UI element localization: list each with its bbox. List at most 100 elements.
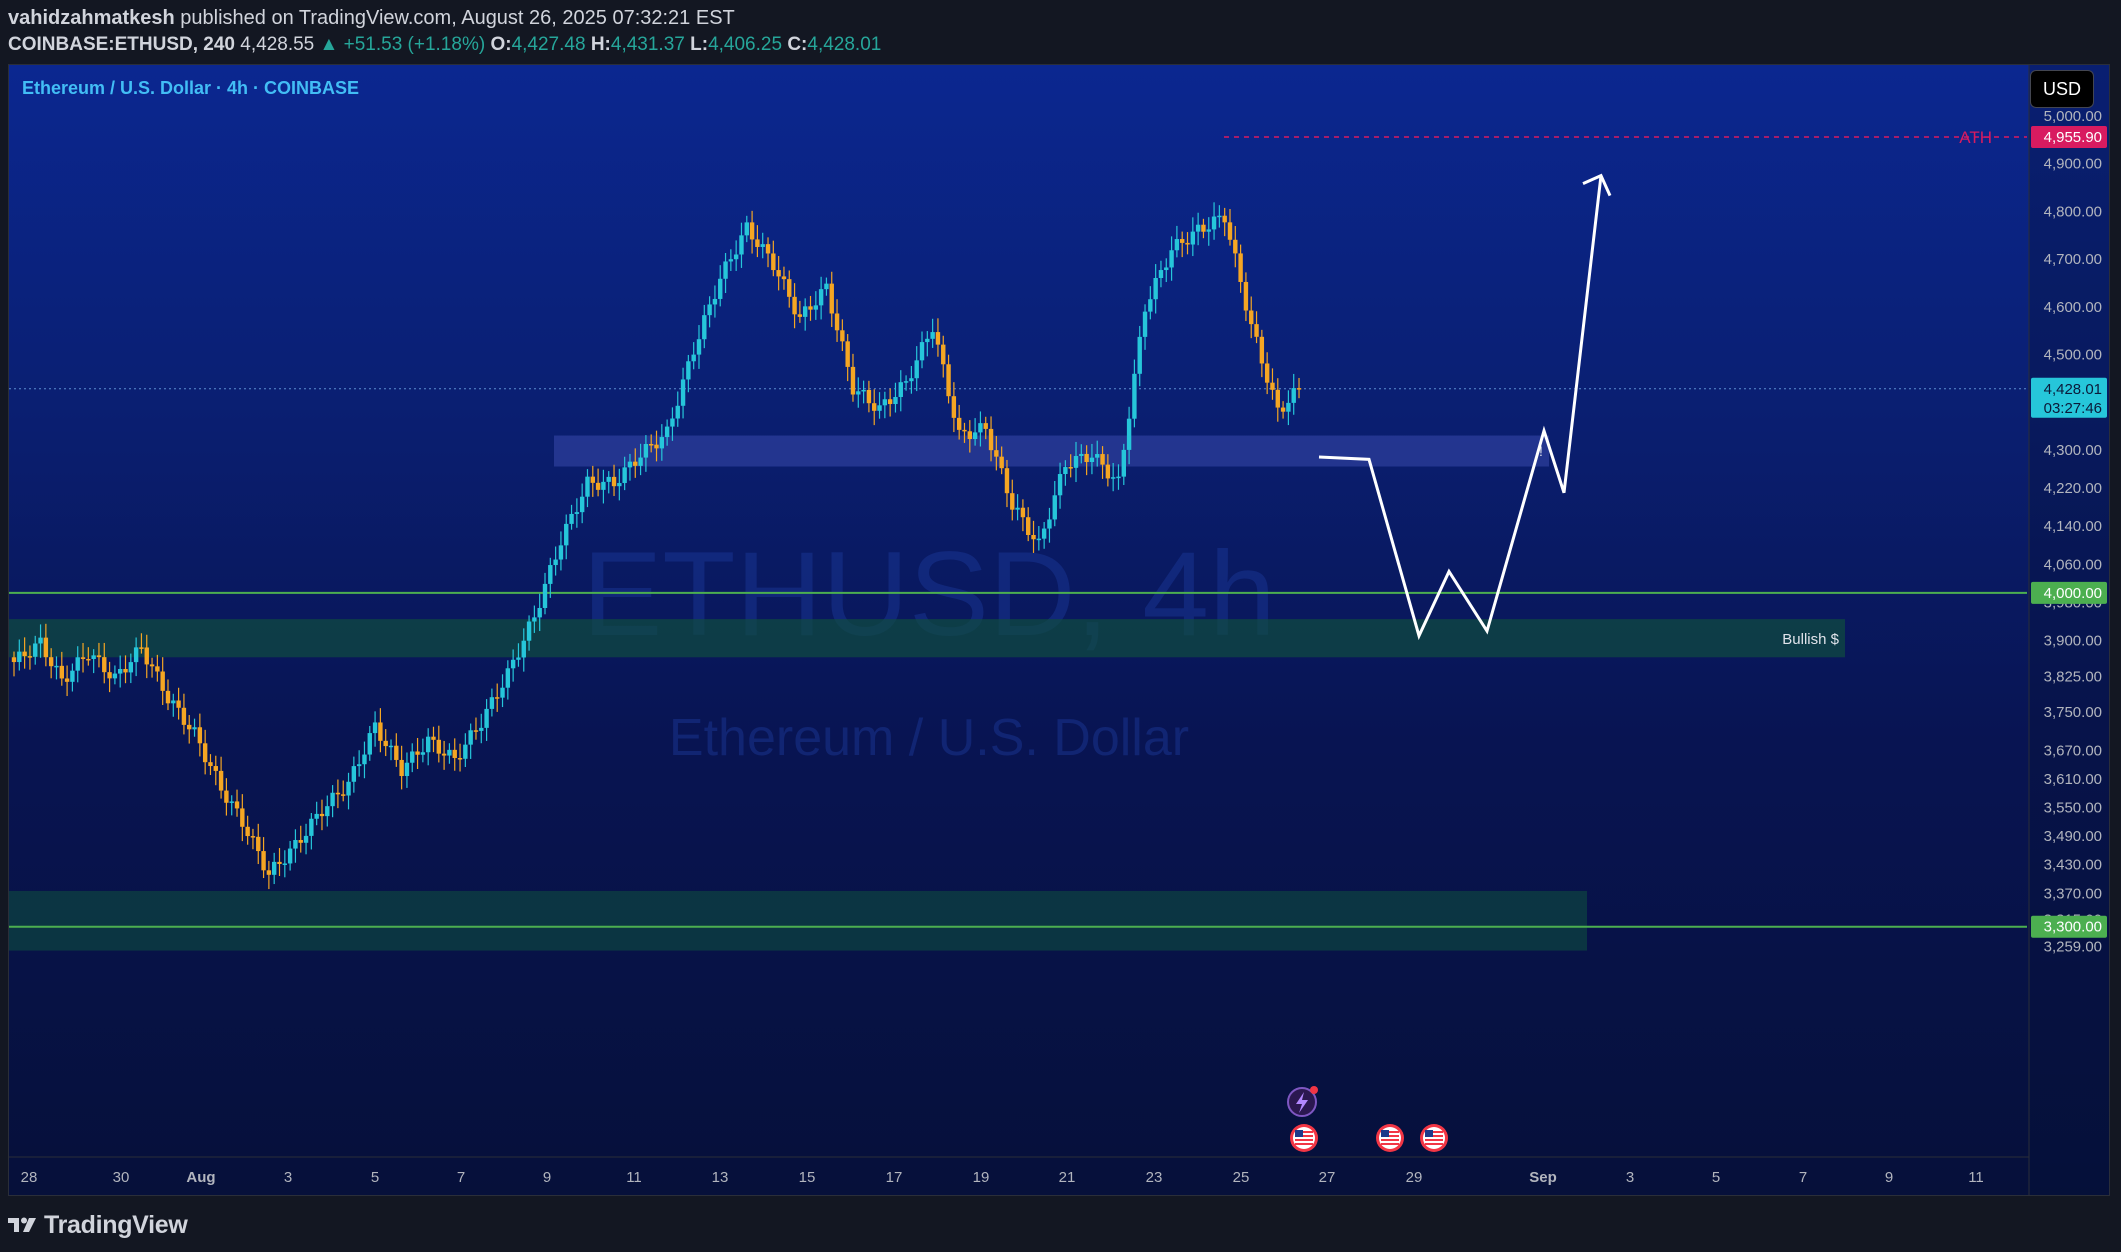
- candle-body: [999, 456, 1004, 469]
- tradingview-logo[interactable]: TradingView: [8, 1208, 188, 1242]
- lightning-event-dot: [1310, 1086, 1318, 1094]
- candle-body: [861, 389, 866, 392]
- candle-body: [452, 749, 457, 759]
- candle-body: [229, 801, 234, 803]
- price-badge-label: 4,428.01: [2044, 381, 2102, 398]
- high-label: H:: [590, 34, 611, 55]
- candle-body: [930, 332, 935, 339]
- candle-body: [1270, 382, 1275, 390]
- chart-header: vahidzahmatkesh published on TradingView…: [8, 4, 881, 60]
- us-event-icon-stripe: [1295, 1143, 1313, 1145]
- candle-body: [1185, 242, 1190, 245]
- candle-body: [96, 655, 102, 658]
- candle-body: [213, 766, 218, 771]
- countdown-label: 03:27:46: [2044, 400, 2102, 417]
- price-axis-tick-label: 3,490.00: [2044, 828, 2102, 845]
- candle-body: [744, 222, 749, 236]
- candle-body: [346, 781, 351, 796]
- candle-body: [505, 668, 511, 688]
- open-value: 4,427.48: [511, 34, 586, 55]
- candle-body: [415, 751, 420, 755]
- candle-body: [675, 405, 680, 419]
- candle-body: [118, 669, 123, 674]
- time-axis-tick-label: 27: [1319, 1169, 1336, 1186]
- candle-body: [64, 678, 70, 682]
- candle-body: [797, 314, 803, 317]
- candle-body: [325, 806, 330, 817]
- price-badge-label: 4,000.00: [2044, 585, 2102, 602]
- candle-body: [1026, 517, 1031, 535]
- tradingview-logo-text: TradingView: [44, 1210, 188, 1239]
- candle-body: [802, 306, 808, 317]
- price-axis-tick-label: 3,550.00: [2044, 800, 2102, 817]
- candle-body: [824, 283, 829, 290]
- candle-body: [1153, 277, 1158, 300]
- candle-body: [1164, 267, 1169, 271]
- candle-body: [728, 259, 734, 262]
- time-axis-tick-label: 11: [626, 1169, 642, 1186]
- price-axis-tick-label: 4,800.00: [2044, 203, 2102, 220]
- candle-body: [1211, 216, 1217, 230]
- candle-body: [532, 617, 537, 622]
- candle-body: [1121, 449, 1126, 477]
- candle-body: [962, 429, 967, 432]
- time-axis-tick-label: 17: [886, 1169, 903, 1186]
- candle-body: [526, 621, 532, 641]
- author-name[interactable]: vahidzahmatkesh: [8, 7, 175, 29]
- candle-body: [1195, 224, 1201, 232]
- candle-body: [707, 304, 712, 316]
- candle-body: [840, 330, 845, 342]
- tradingview-logo-icon: [8, 1217, 36, 1232]
- candle-body: [941, 344, 946, 365]
- symbol-label[interactable]: COINBASE:ETHUSD, 240: [8, 34, 235, 55]
- candle-body: [1249, 310, 1254, 325]
- candle-body: [1052, 495, 1057, 520]
- candle-body: [521, 640, 526, 658]
- candle-body: [914, 360, 919, 379]
- candle-body: [489, 697, 495, 709]
- candle-body: [165, 690, 171, 704]
- candle-body: [468, 730, 473, 745]
- candle-body: [755, 239, 760, 247]
- candle-body: [1169, 250, 1174, 268]
- us-event-icon-canton: [1295, 1130, 1303, 1137]
- candle-body: [654, 444, 659, 449]
- candle-body: [829, 283, 834, 314]
- candle-body: [627, 461, 633, 468]
- candle-body: [601, 481, 606, 490]
- candle-body: [202, 743, 208, 763]
- price-axis-tick-label: 3,750.00: [2044, 704, 2102, 721]
- us-event-icon-canton: [1381, 1130, 1389, 1137]
- candle-body: [749, 222, 755, 240]
- chart-frame[interactable]: ETHUSD, 4h Ethereum / U.S. Dollar Bullish …: [8, 64, 2110, 1196]
- candle-body: [192, 727, 197, 730]
- candle-body: [702, 315, 707, 340]
- candle-body: [293, 840, 298, 849]
- candle-body: [404, 762, 410, 777]
- candle-body: [622, 467, 627, 484]
- candle-body: [240, 808, 245, 827]
- currency-button[interactable]: USD: [2030, 70, 2094, 108]
- us-event-icon-stripe: [1295, 1139, 1313, 1141]
- chart-title: Ethereum / U.S. Dollar · 4h · COINBASE: [22, 78, 360, 98]
- candle-body: [553, 559, 558, 566]
- time-axis-tick-label: 9: [543, 1169, 551, 1186]
- candle-body: [1047, 519, 1052, 529]
- candle-body: [595, 482, 601, 490]
- price-axis-tick-label: 3,430.00: [2044, 857, 2102, 874]
- candle-body: [362, 754, 367, 765]
- candle-body: [765, 244, 771, 254]
- candle-body: [341, 794, 346, 796]
- price-chart[interactable]: ETHUSD, 4hEthereum / U.S. DollarBullish …: [9, 65, 2110, 1196]
- candle-body: [893, 397, 898, 405]
- candle-body: [834, 313, 840, 331]
- candle-body: [882, 399, 888, 406]
- candle-body: [1084, 453, 1089, 463]
- candle-body: [1238, 253, 1243, 282]
- candle-body: [574, 512, 580, 514]
- candle-body: [1180, 239, 1185, 243]
- candle-body: [590, 476, 595, 483]
- price-axis-tick-label: 3,670.00: [2044, 742, 2102, 759]
- candle-body: [946, 364, 951, 397]
- candle-body: [187, 724, 192, 730]
